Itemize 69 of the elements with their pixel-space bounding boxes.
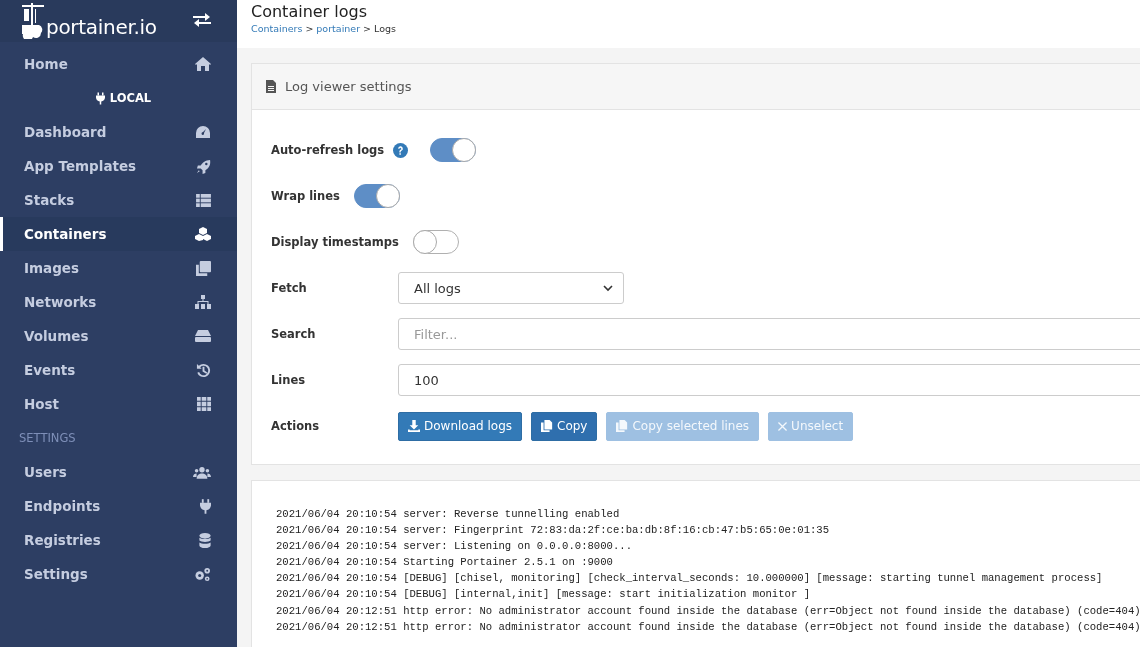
page-title: Container logs	[251, 2, 368, 22]
nav-item[interactable]: Images	[0, 251, 237, 285]
home-icon	[195, 57, 211, 71]
panel-title: Log viewer settings	[285, 79, 412, 94]
nav-item[interactable]: Settings	[0, 557, 237, 591]
log-line: 2021/06/04 20:10:54 server: Listening on 0.0.0.0:8000...	[276, 539, 633, 555]
log-line: 2021/06/04 20:10:54 server: Reverse tunnelling enabled	[276, 507, 621, 522]
toggle-label: Auto-refresh logs	[271, 143, 385, 157]
list-icon	[196, 193, 211, 207]
toggle-switch[interactable]	[430, 138, 477, 162]
copy-icon	[541, 420, 553, 432]
copy-button[interactable]: Copy	[531, 411, 598, 441]
nav-item[interactable]: Volumes	[0, 319, 237, 353]
database-icon	[199, 532, 211, 548]
nav-item[interactable]: Host	[0, 387, 237, 421]
nav-item[interactable]: Stacks	[0, 183, 237, 217]
chevron-down-icon	[603, 284, 613, 292]
nav-item[interactable]: Registries	[0, 523, 237, 557]
nav-item[interactable]: Dashboard	[0, 115, 237, 149]
breadcrumb-current: Logs	[374, 22, 396, 36]
nav-item[interactable]: Networks	[0, 285, 237, 319]
breadcrumb-separator: >	[305, 22, 314, 36]
plug-icon	[200, 498, 211, 514]
toggle-switch[interactable]	[412, 230, 459, 254]
field-label: Actions	[271, 419, 321, 433]
nav-item[interactable]: Home	[0, 47, 237, 81]
help-icon	[393, 142, 409, 158]
download-icon	[408, 420, 420, 432]
breadcrumb-separator: >	[363, 22, 372, 36]
plug-icon	[95, 91, 105, 105]
nav-item[interactable]: App Templates	[0, 149, 237, 183]
toggle-label: Display timestamps	[271, 235, 399, 249]
users-icon	[193, 465, 211, 479]
crane-logo-icon	[22, 3, 44, 39]
times-icon	[778, 421, 788, 431]
nav-item[interactable]: Endpoints	[0, 489, 237, 523]
log-line: 2021/06/04 20:10:54 [DEBUG] [internal,init] [message: start initialization monitor ]	[276, 587, 811, 603]
lines-field[interactable]: 100	[398, 364, 1140, 396]
copy-icon	[616, 420, 629, 432]
log-line: 2021/06/04 20:12:51 http error: No administrator account found inside the database (err=Object not found inside the database) (code=404)	[276, 619, 1140, 635]
file-icon	[266, 80, 276, 93]
breadcrumb-link[interactable]: Containers	[251, 22, 303, 36]
toggle-switch[interactable]	[353, 184, 400, 208]
logo-text: portainer.io	[46, 15, 157, 39]
cubes-icon	[195, 227, 211, 241]
field-label: Lines	[271, 373, 307, 387]
nav-item[interactable]: Containers	[0, 217, 237, 251]
fetch-dropdown[interactable]: All logs	[398, 272, 624, 304]
rocket-icon	[196, 158, 211, 174]
sitemap-icon	[195, 295, 211, 309]
section-heading: SETTINGS	[19, 431, 76, 445]
log-line: 2021/06/04 20:12:51 http error: No administrator account found inside the database (err=Object not found inside the database) (code=404)	[276, 603, 1140, 619]
nav-item[interactable]: Events	[0, 353, 237, 387]
log-line: 2021/06/04 20:10:54 Starting Portainer 2.5.1 on :9000	[276, 555, 614, 571]
breadcrumb-link[interactable]: portainer	[316, 22, 361, 36]
field-label: Fetch	[271, 281, 308, 295]
hard-drive-icon	[195, 330, 211, 342]
toggle-label: Wrap lines	[271, 189, 340, 203]
nav-item[interactable]: Users	[0, 455, 237, 489]
log-line: 2021/06/04 20:10:54 server: Fingerprint 72:83:da:2f:ce:ba:db:8f:16:cb:47:b5:65:0e:01:35	[276, 523, 831, 539]
copy-icon	[196, 260, 211, 276]
gauge-icon	[195, 125, 211, 139]
log-line: 2021/06/04 20:10:54 [DEBUG] [chisel, monitoring] [check_interval_seconds: 10.000000] [message: starting tunnel management process]	[276, 571, 1104, 587]
field-label: Search	[271, 327, 317, 341]
download-button[interactable]: Download logs	[398, 411, 522, 441]
endpoint-heading: LOCAL	[109, 91, 152, 105]
history-icon	[196, 362, 211, 378]
search-field[interactable]: Filter...	[398, 318, 1140, 350]
grid-icon	[197, 397, 211, 411]
